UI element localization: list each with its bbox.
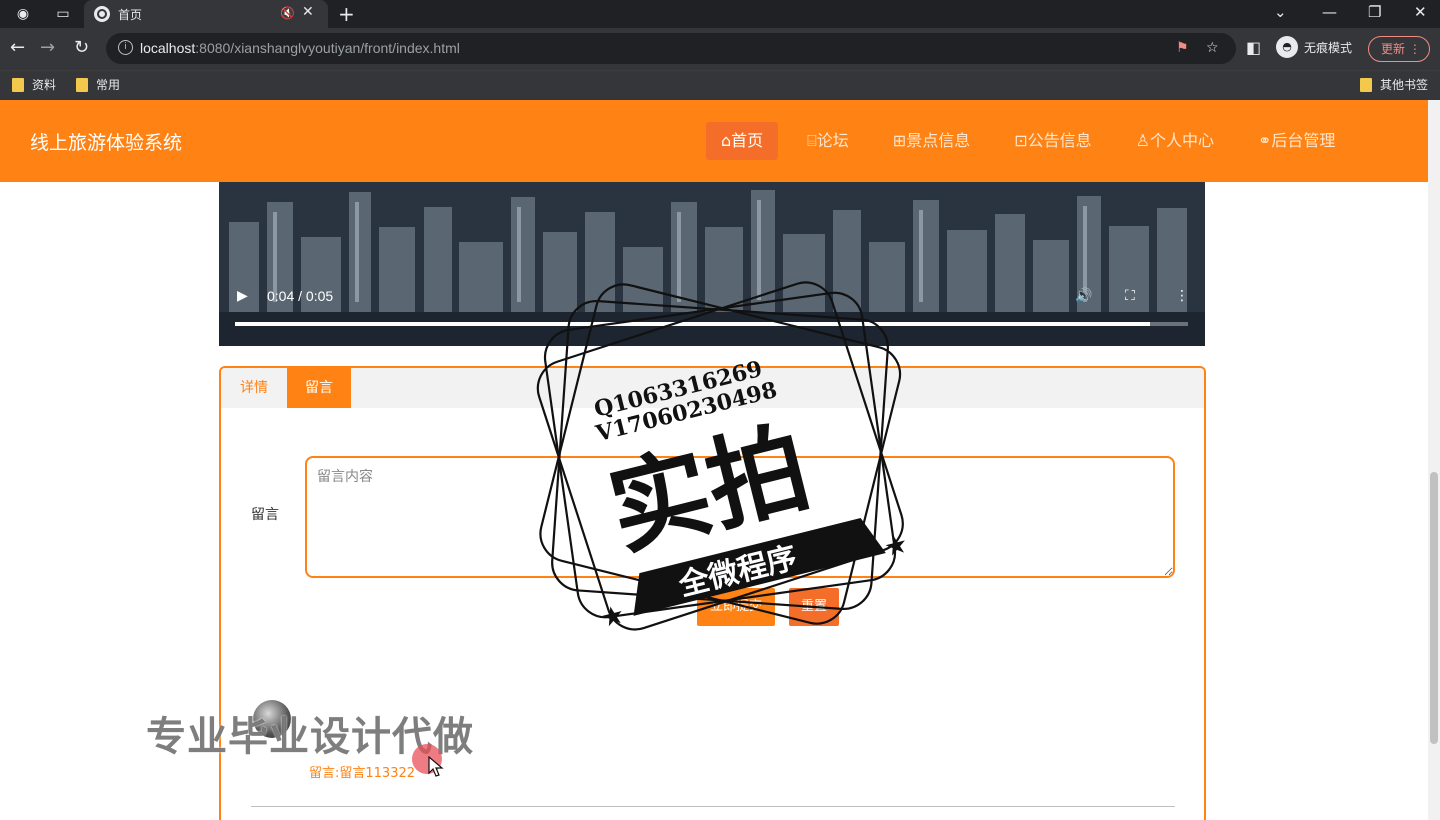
photo-stamp-watermark: Q1063316269 V17060230498 实拍 全微程序 ★ ★ <box>536 281 911 635</box>
bookmarks-bar: 资料 常用 其他书签 <box>0 70 1440 100</box>
address-bar[interactable]: i localhost:8080/xianshanglvyoutiyan/fro… <box>106 33 1236 64</box>
blocked-icon[interactable]: ⚑ <box>1176 40 1189 56</box>
nav-item-home[interactable]: ⌂首页 <box>706 122 779 160</box>
video-time: 0:04 / 0:05 <box>267 288 334 304</box>
page-viewport: 线上旅游体验系统 ⌂首页 ⌸论坛 ⊞景点信息 ⊡公告信息 ♙个人中心 ⚭后台管理 <box>0 100 1440 820</box>
fullscreen-icon[interactable]: ⛶ <box>1125 288 1135 304</box>
mute-icon[interactable]: 🔇 <box>280 6 295 20</box>
folder-icon <box>1360 77 1372 92</box>
browser-toolbar: ← → ↻ i localhost:8080/xianshanglvyoutiy… <box>0 28 1440 70</box>
back-icon[interactable]: ← <box>10 38 25 58</box>
nav-item-profile[interactable]: ♙个人中心 <box>1121 122 1229 160</box>
new-tab-icon[interactable]: + <box>338 2 355 26</box>
mouse-cursor-icon <box>428 756 444 777</box>
star-icon: ★ <box>598 600 628 635</box>
more-options-icon[interactable]: ⋮ <box>1175 288 1189 304</box>
scrollbar-thumb[interactable] <box>1430 472 1438 744</box>
window-close-icon[interactable]: ✕ <box>1414 3 1427 21</box>
reload-icon[interactable]: ↻ <box>74 38 89 58</box>
site-favicon-icon <box>94 6 110 22</box>
nav-item-forum[interactable]: ⌸论坛 <box>792 122 864 160</box>
page-scrollbar[interactable] <box>1428 100 1440 820</box>
nav-item-attractions[interactable]: ⊞景点信息 <box>878 122 985 160</box>
nav-item-admin[interactable]: ⚭后台管理 <box>1243 122 1350 160</box>
comment-text: 留言:留言113322 <box>309 766 416 781</box>
globe-icon[interactable]: ◉ <box>14 5 32 23</box>
divider <box>251 806 1175 807</box>
bookmark-folder-ziliao[interactable]: 资料 <box>12 76 56 93</box>
tab-overview-icon[interactable]: ▭ <box>54 5 72 23</box>
incognito-icon: ◓ <box>1276 36 1298 58</box>
main-nav: ⌂首页 ⌸论坛 ⊞景点信息 ⊡公告信息 ♙个人中心 ⚭后台管理 <box>706 122 1364 160</box>
folder-icon <box>76 77 88 92</box>
nav-item-notices[interactable]: ⊡公告信息 <box>999 122 1106 160</box>
browser-tab[interactable]: 首页 🔇 ✕ <box>84 0 328 28</box>
folder-icon <box>12 77 24 92</box>
tab-comment[interactable]: 留言 <box>287 368 351 408</box>
site-header: 线上旅游体验系统 ⌂首页 ⌸论坛 ⊞景点信息 ⊡公告信息 ♙个人中心 ⚭后台管理 <box>0 100 1428 182</box>
restore-icon[interactable]: ❐ <box>1368 3 1381 21</box>
side-panel-icon[interactable]: ◧ <box>1246 38 1261 58</box>
tab-search-icon[interactable]: ⌄ <box>1274 3 1287 21</box>
close-icon[interactable]: ✕ <box>302 4 314 20</box>
tab-title: 首页 <box>118 8 143 22</box>
bookmark-star-icon[interactable]: ☆ <box>1206 40 1219 56</box>
url-text[interactable]: localhost:8080/xianshanglvyoutiyan/front… <box>140 40 460 56</box>
bookmark-folder-changyong[interactable]: 常用 <box>76 76 120 93</box>
tab-detail[interactable]: 详情 <box>221 368 287 408</box>
incognito-profile[interactable]: ◓ 无痕模式 <box>1276 36 1352 58</box>
volume-icon[interactable]: 🔊 <box>1075 288 1092 304</box>
comment-field-label: 留言 <box>251 507 279 523</box>
star-icon: ★ <box>881 529 911 564</box>
site-title: 线上旅游体验系统 <box>30 132 183 154</box>
forward-icon[interactable]: → <box>40 38 55 58</box>
update-button[interactable]: 更新 ⋮ <box>1368 36 1430 62</box>
site-info-icon[interactable]: i <box>118 40 133 55</box>
play-icon[interactable]: ▶ <box>237 288 248 304</box>
browser-tab-strip: ◉ ▭ 首页 🔇 ✕ + ⌄ — ❐ ✕ <box>0 0 1440 28</box>
other-bookmarks[interactable]: 其他书签 <box>1360 76 1428 93</box>
minimize-icon[interactable]: — <box>1322 3 1337 21</box>
